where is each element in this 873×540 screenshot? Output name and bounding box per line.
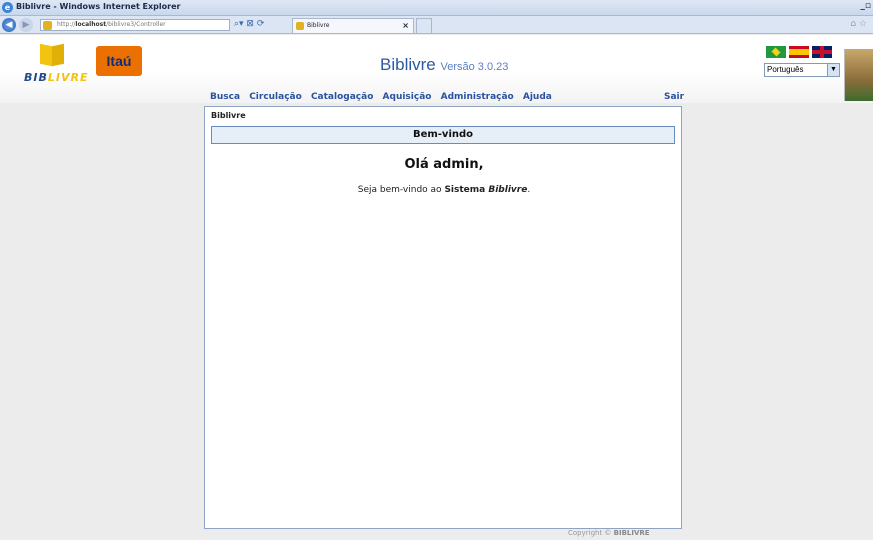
chevron-down-icon: ▼ [827,64,839,76]
ministry-logo [844,49,873,101]
tab-label: Biblivre [307,22,330,29]
browser-tab[interactable]: Biblivre × [292,18,414,33]
window-title: Biblivre - Windows Internet Explorer [16,2,181,11]
main-content: Biblivre Bem-vindo Olá admin, Seja bem-v… [204,106,682,529]
address-bar[interactable]: http://localhost/biblivre3/Controller [40,19,230,31]
main-menu: Busca Circulação Catalogação Aquisição A… [210,92,558,102]
home-favorites-icons[interactable]: ⌂ ☆ [850,19,867,29]
breadcrumb: Biblivre [211,111,246,120]
book-icon [40,43,64,67]
menu-item-administracao[interactable]: Administração [441,92,514,102]
uk-flag-icon[interactable] [812,46,832,58]
menu-item-circulacao[interactable]: Circulação [249,92,302,102]
brazil-flag-icon[interactable] [766,46,786,58]
language-flags [766,46,836,58]
welcome-message: Seja bem-vindo ao Sistema Biblivre. [357,185,531,195]
spain-flag-icon[interactable] [789,46,809,58]
new-tab-button[interactable] [416,18,432,33]
ie-icon: e [2,2,13,13]
logout-link[interactable]: Sair [664,92,684,102]
window-controls[interactable]: _▫ [860,1,871,11]
site-favicon-icon [43,21,52,30]
menu-item-aquisicao[interactable]: Aquisição [383,92,432,102]
menu-item-catalogacao[interactable]: Catalogação [311,92,373,102]
copyright: Copyright © BIBLIVRE [568,529,650,537]
itau-logo: Itaú [96,46,142,76]
page: BIBLIVRE Itaú Biblivre Versão 3.0.23 Por… [0,35,873,540]
back-icon[interactable]: ◀ [2,18,16,32]
tab-favicon-icon [296,22,304,30]
language-select[interactable]: Português ▼ [764,63,840,77]
biblivre-logo[interactable]: BIBLIVRE [24,43,87,89]
greeting: Olá admin, [404,157,484,172]
app-title: Biblivre Versão 3.0.23 [380,55,509,74]
forward-icon[interactable]: ▶ [19,18,33,32]
site-header: BIBLIVRE Itaú Biblivre Versão 3.0.23 Por… [0,35,873,103]
window-title-bar: e Biblivre - Windows Internet Explorer _… [0,0,873,16]
address-buttons[interactable]: ⌕▾ ⊠ ⟳ [234,19,264,29]
menu-item-busca[interactable]: Busca [210,92,240,102]
welcome-box-title: Bem-vindo [211,126,675,144]
browser-toolbar: ◀ ▶ http://localhost/biblivre3/Controlle… [0,16,873,34]
tab-close-icon[interactable]: × [402,19,409,33]
menu-item-ajuda[interactable]: Ajuda [523,92,552,102]
